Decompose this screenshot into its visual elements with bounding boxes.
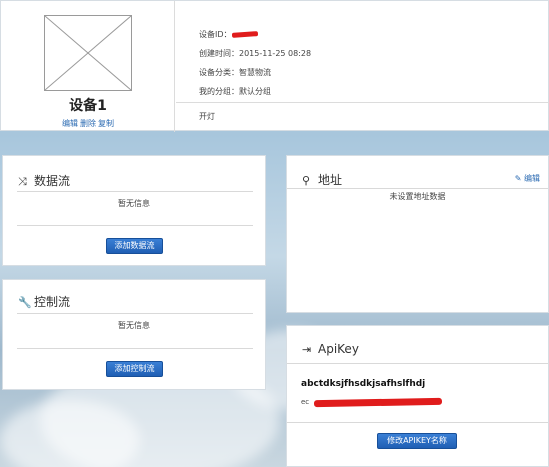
divider xyxy=(17,191,253,192)
sign-in-icon: ⇥ xyxy=(302,343,312,356)
image-placeholder-icon xyxy=(44,15,132,91)
edit-address-link[interactable]: ✎ 编辑 xyxy=(515,173,540,184)
group-value: 默认分组 xyxy=(239,87,271,96)
created-time-value: 2015-11-25 08:28 xyxy=(239,49,312,58)
divider xyxy=(17,348,253,349)
apikey-value: ec xyxy=(301,398,310,406)
device-id-row: 设备ID： xyxy=(199,25,311,44)
controlstream-empty-message: 暂无信息 xyxy=(118,321,150,330)
apikey-name: abctdksjfhsdkjsafhslfhdj xyxy=(301,379,426,389)
datastream-empty-message: 暂无信息 xyxy=(118,199,150,208)
created-time-row: 创建时间：2015-11-25 08:28 xyxy=(199,44,311,63)
divider xyxy=(176,102,549,103)
rename-apikey-button[interactable]: 修改APIKEY名称 xyxy=(377,433,457,449)
device-id-label: 设备ID： xyxy=(199,30,232,39)
category-row: 设备分类：智慧物流 xyxy=(199,63,311,82)
redaction-mark xyxy=(231,31,258,38)
divider xyxy=(17,225,253,226)
divider xyxy=(287,188,548,189)
device-summary: 设备1 编辑 删除 复制 xyxy=(1,1,175,132)
pencil-icon: ✎ xyxy=(514,174,522,183)
address-empty-message: 未设置地址数据 xyxy=(389,192,446,201)
switch-label[interactable]: 开灯 xyxy=(199,111,215,122)
apikey-header: ⇥ ApiKey xyxy=(302,342,359,356)
address-title: 地址 xyxy=(318,173,343,187)
add-controlstream-button[interactable]: 添加控制流 xyxy=(106,361,163,377)
shuffle-icon: ⤨ xyxy=(18,175,27,188)
created-time-label: 创建时间： xyxy=(199,49,239,58)
controlstream-header: 🔧 控制流 xyxy=(18,293,70,310)
device-actions: 编辑 删除 复制 xyxy=(1,118,175,129)
group-row: 我的分组：默认分组 xyxy=(199,82,311,101)
apikey-title: ApiKey xyxy=(318,342,359,356)
map-marker-icon: ⚲ xyxy=(302,174,311,187)
divider xyxy=(287,422,548,423)
device-name: 设备1 xyxy=(69,98,107,114)
address-panel: ⚲ 地址 ✎ 编辑 未设置地址数据 xyxy=(286,155,549,313)
add-datastream-button[interactable]: 添加数据流 xyxy=(106,238,163,254)
datastream-header: ⤨ 数据流 xyxy=(18,172,70,189)
device-info: 设备ID： 创建时间：2015-11-25 08:28 设备分类：智慧物流 我的… xyxy=(199,25,311,101)
redaction-mark xyxy=(313,397,443,408)
datastream-title: 数据流 xyxy=(34,174,71,188)
delete-device-link[interactable]: 删除 xyxy=(80,119,96,128)
divider xyxy=(287,363,548,364)
wrench-icon: 🔧 xyxy=(18,296,32,309)
apikey-panel: ⇥ ApiKey abctdksjfhsdkjsafhslfhdj ec 修改AP… xyxy=(286,325,549,467)
group-label: 我的分组： xyxy=(199,87,239,96)
controlstream-title: 控制流 xyxy=(34,295,71,309)
category-label: 设备分类： xyxy=(199,68,239,77)
edit-device-link[interactable]: 编辑 xyxy=(62,119,78,128)
category-value: 智慧物流 xyxy=(239,68,271,77)
controlstream-panel: 🔧 控制流 暂无信息 添加控制流 xyxy=(2,279,266,390)
datastream-panel: ⤨ 数据流 暂无信息 添加数据流 xyxy=(2,155,266,266)
divider xyxy=(17,313,253,314)
address-header: ⚲ 地址 xyxy=(302,171,342,188)
edit-address-label: 编辑 xyxy=(524,174,540,183)
device-panel: 设备1 编辑 删除 复制 设备ID： 创建时间：2015-11-25 08:28 设… xyxy=(0,0,549,132)
copy-device-link[interactable]: 复制 xyxy=(98,119,114,128)
